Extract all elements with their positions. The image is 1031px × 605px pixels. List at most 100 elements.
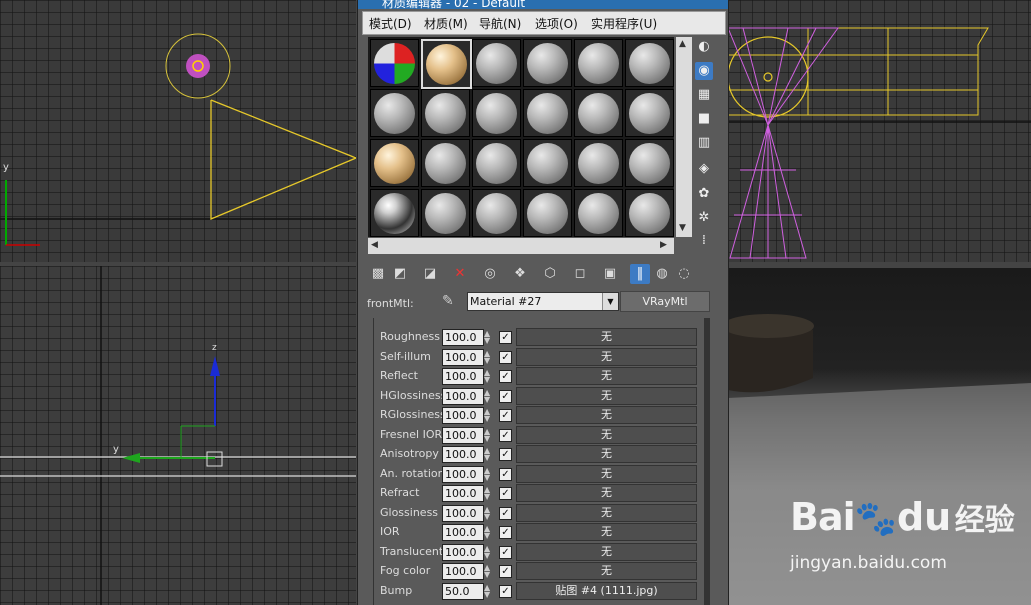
scroll-up-icon[interactable]: ▲ xyxy=(679,39,686,49)
menu-utilities[interactable]: 实用程序(U) xyxy=(591,15,657,32)
material-slot[interactable] xyxy=(523,189,572,237)
material-slot[interactable] xyxy=(472,89,521,137)
backlight-icon[interactable]: ◉ xyxy=(695,62,713,80)
spinner-icon[interactable]: ▲ ▼ xyxy=(484,544,493,560)
map-enable-checkbox[interactable]: ✓ xyxy=(499,389,512,403)
material-slot[interactable] xyxy=(472,39,521,87)
map-slot-button[interactable]: 无 xyxy=(516,523,697,541)
map-enable-checkbox[interactable]: ✓ xyxy=(499,467,512,481)
slots-horizontal-scrollbar[interactable]: ◀ ▶ xyxy=(368,238,674,254)
scroll-left-icon[interactable]: ◀ xyxy=(371,240,378,250)
map-amount-input[interactable]: 100.0 xyxy=(442,485,484,502)
reset-map-icon[interactable]: ✕ xyxy=(450,264,470,284)
map-enable-checkbox[interactable]: ✓ xyxy=(499,526,512,539)
map-slot-button[interactable]: 无 xyxy=(516,503,697,522)
map-enable-checkbox[interactable]: ✓ xyxy=(499,487,512,500)
material-slot[interactable] xyxy=(574,39,623,87)
material-slot[interactable] xyxy=(421,139,470,187)
map-amount-input[interactable]: 50.0 xyxy=(442,582,484,600)
slots-vertical-scrollbar[interactable]: ▲ ▼ xyxy=(676,37,692,237)
map-amount-input[interactable]: 100.0 xyxy=(442,446,484,463)
map-amount-input[interactable]: 100.0 xyxy=(442,387,484,405)
material-slot[interactable] xyxy=(370,89,419,137)
map-slot-button[interactable]: 无 xyxy=(516,542,697,561)
scroll-right-icon[interactable]: ▶ xyxy=(660,240,667,250)
map-enable-checkbox[interactable]: ✓ xyxy=(499,370,512,383)
material-slot[interactable] xyxy=(523,89,572,137)
spinner-icon[interactable]: ▲ ▼ xyxy=(484,447,493,462)
params-scrollbar[interactable] xyxy=(704,318,710,605)
material-slot[interactable] xyxy=(421,189,470,237)
map-slot-button[interactable]: 无 xyxy=(516,484,697,502)
go-to-parent-icon[interactable]: ◍ xyxy=(652,264,672,284)
viewport-front[interactable]: z y xyxy=(0,266,356,605)
map-slot-button[interactable]: 贴图 #4 (1111.jpg) xyxy=(516,581,697,600)
video-color-icon[interactable]: ▥ xyxy=(695,134,713,152)
make-unique-icon[interactable]: ❖ xyxy=(510,264,530,284)
material-slot[interactable] xyxy=(625,39,674,87)
show-shaded-icon[interactable]: ▣ xyxy=(600,264,620,284)
show-end-result-icon[interactable]: ‖ xyxy=(630,264,650,284)
viewport-top-left[interactable]: y xyxy=(0,0,356,262)
get-material-icon[interactable]: ▩ xyxy=(368,264,388,284)
spinner-icon[interactable]: ▲ ▼ xyxy=(484,505,493,521)
map-slot-button[interactable]: 无 xyxy=(516,425,697,444)
material-slot[interactable] xyxy=(574,139,623,187)
material-id-icon[interactable]: ◻ xyxy=(570,264,590,284)
map-amount-input[interactable]: 100.0 xyxy=(442,329,484,346)
options-icon[interactable]: ✿ xyxy=(695,185,713,203)
map-slot-button[interactable]: 无 xyxy=(516,386,697,405)
material-slot[interactable] xyxy=(523,39,572,87)
material-slot[interactable] xyxy=(574,189,623,237)
map-enable-checkbox[interactable]: ✓ xyxy=(499,584,512,598)
material-navigator-icon[interactable]: ⁞ xyxy=(695,232,713,250)
map-amount-input[interactable]: 100.0 xyxy=(442,504,484,522)
make-copy-icon[interactable]: ◎ xyxy=(480,264,500,284)
spinner-icon[interactable]: ▲ ▼ xyxy=(484,388,493,404)
map-slot-button[interactable]: 无 xyxy=(516,406,697,424)
spinner-icon[interactable]: ▲ ▼ xyxy=(484,525,493,540)
spinner-icon[interactable]: ▲ ▼ xyxy=(484,466,493,482)
map-amount-input[interactable]: 100.0 xyxy=(442,368,484,385)
put-to-scene-icon[interactable]: ◩ xyxy=(390,264,410,284)
map-enable-checkbox[interactable]: ✓ xyxy=(499,428,512,442)
map-amount-input[interactable]: 100.0 xyxy=(442,543,484,561)
material-slot[interactable] xyxy=(574,89,623,137)
spinner-icon[interactable]: ▲ ▼ xyxy=(484,486,493,501)
material-type-button[interactable]: VRayMtl xyxy=(620,291,710,312)
make-preview-icon[interactable]: ◈ xyxy=(695,160,713,178)
material-slot[interactable] xyxy=(472,139,521,187)
map-slot-button[interactable]: 无 xyxy=(516,367,697,385)
sample-type-icon[interactable]: ◐ xyxy=(695,38,713,56)
menu-options[interactable]: 选项(O) xyxy=(535,15,578,32)
material-slot[interactable] xyxy=(523,139,572,187)
menu-navigation[interactable]: 导航(N) xyxy=(479,15,521,32)
material-slot[interactable] xyxy=(370,39,419,87)
material-name-field[interactable]: Material #27 ▼ xyxy=(467,292,619,311)
material-slot[interactable] xyxy=(625,189,674,237)
material-slot[interactable] xyxy=(421,39,472,89)
viewport-top-right[interactable] xyxy=(728,0,1031,262)
map-amount-input[interactable]: 100.0 xyxy=(442,465,484,483)
material-slot[interactable] xyxy=(421,89,470,137)
map-slot-button[interactable]: 无 xyxy=(516,562,697,580)
material-slot[interactable] xyxy=(625,139,674,187)
map-enable-checkbox[interactable]: ✓ xyxy=(499,545,512,559)
map-slot-button[interactable]: 无 xyxy=(516,347,697,366)
map-enable-checkbox[interactable]: ✓ xyxy=(499,448,512,461)
select-by-material-icon[interactable]: ✲ xyxy=(695,209,713,227)
spinner-icon[interactable]: ▲ ▼ xyxy=(484,408,493,423)
spinner-icon[interactable]: ▲ ▼ xyxy=(484,564,493,579)
map-amount-input[interactable]: 100.0 xyxy=(442,563,484,580)
spinner-icon[interactable]: ▲ ▼ xyxy=(484,349,493,365)
material-slot[interactable] xyxy=(625,89,674,137)
menu-mode[interactable]: 模式(D) xyxy=(369,15,412,32)
put-to-library-icon[interactable]: ⬡ xyxy=(540,264,560,284)
map-enable-checkbox[interactable]: ✓ xyxy=(499,350,512,364)
map-slot-button[interactable]: 无 xyxy=(516,445,697,463)
map-amount-input[interactable]: 100.0 xyxy=(442,348,484,366)
map-amount-input[interactable]: 100.0 xyxy=(442,426,484,444)
material-slot[interactable] xyxy=(370,139,419,187)
title-bar[interactable]: 材质编辑器 - 02 - Default xyxy=(358,0,728,9)
spinner-icon[interactable]: ▲ ▼ xyxy=(484,583,493,599)
